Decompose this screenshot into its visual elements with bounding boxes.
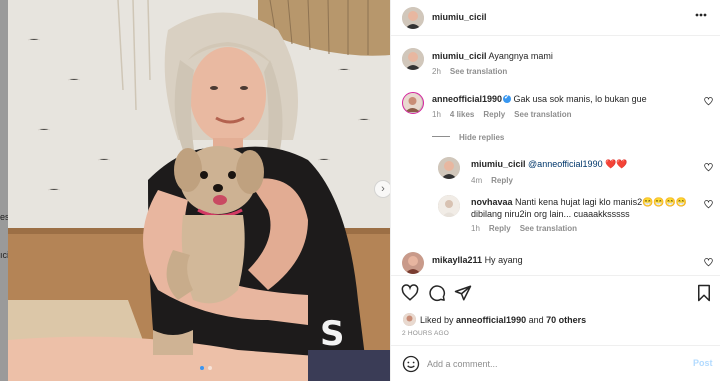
comment-text: Gak usa sok manis, lo bukan gue bbox=[513, 94, 647, 104]
share-icon[interactable] bbox=[454, 284, 472, 302]
comment-likes[interactable]: 4 likes bbox=[450, 110, 474, 119]
carousel-indicator bbox=[200, 366, 212, 370]
emoji-icon[interactable] bbox=[402, 355, 420, 373]
liked-by-and: and bbox=[528, 315, 544, 325]
divider bbox=[391, 275, 720, 276]
comment: mikaylla211 Hy ayang bbox=[432, 255, 692, 265]
add-comment-input[interactable] bbox=[427, 357, 667, 371]
carousel-dot-active bbox=[200, 366, 204, 370]
commenter-avatar[interactable] bbox=[402, 92, 424, 114]
hide-replies-button[interactable]: Hide replies bbox=[432, 133, 504, 142]
reply-age: 4m bbox=[471, 176, 483, 185]
caption-text: Ayangnya mami bbox=[488, 51, 553, 61]
comment: anneofficial1990 Gak usa sok manis, lo b… bbox=[432, 93, 692, 104]
comment-age: 1h bbox=[432, 110, 441, 119]
photo-image: S bbox=[8, 0, 390, 381]
more-options-icon[interactable] bbox=[695, 13, 707, 17]
comment-meta: 1h 4 likes Reply See translation bbox=[432, 110, 581, 119]
reply: novhavaa Nanti kena hujat lagi klo manis… bbox=[471, 196, 691, 220]
reply-age: 1h bbox=[471, 224, 480, 233]
comment-username[interactable]: anneofficial1990 bbox=[432, 94, 502, 104]
liked-by-prefix: Liked by bbox=[420, 315, 454, 325]
post-comment-button[interactable]: Post bbox=[693, 358, 713, 368]
reply-see-translation[interactable]: See translation bbox=[520, 224, 577, 233]
chevron-right-icon: › bbox=[381, 183, 385, 195]
reply-text-line2: dibilang niru2in org lain... cuaaakkssss… bbox=[471, 209, 630, 219]
carousel-next-button[interactable]: › bbox=[374, 180, 390, 198]
comment-reply-button[interactable]: Reply bbox=[483, 110, 505, 119]
reply: miumiu_cicil @anneofficial1990 ❤️❤️ bbox=[471, 159, 691, 170]
reply-meta: 1h Reply See translation bbox=[471, 224, 586, 233]
carousel-dot bbox=[208, 366, 212, 370]
caption-meta: 2h See translation bbox=[432, 67, 516, 76]
post-photo: S › bbox=[8, 0, 390, 381]
caption-age: 2h bbox=[432, 67, 441, 76]
reply-text: @anneofficial1990 ❤️❤️ bbox=[528, 159, 628, 169]
reply-text-line1: Nanti kena hujat lagi klo manis2😁😁😁😁 bbox=[515, 197, 687, 207]
post-timestamp[interactable]: 2 HOURS AGO bbox=[402, 330, 449, 337]
divider-line bbox=[432, 136, 450, 137]
verified-badge-icon bbox=[503, 93, 512, 103]
page-backdrop bbox=[0, 0, 8, 381]
reply-username[interactable]: novhavaa bbox=[471, 197, 513, 207]
heart-icon[interactable] bbox=[704, 200, 713, 209]
heart-icon[interactable] bbox=[704, 97, 713, 106]
reply-meta: 4m Reply bbox=[471, 176, 522, 185]
author-username[interactable]: miumiu_cicil bbox=[432, 12, 487, 22]
commenter-avatar[interactable] bbox=[402, 252, 424, 274]
liked-by-user[interactable]: anneofficial1990 bbox=[456, 315, 526, 325]
liked-by: Liked by anneofficial1990 and 70 others bbox=[420, 315, 586, 325]
hide-replies-label: Hide replies bbox=[459, 133, 505, 142]
post-header: miumiu_cicil bbox=[391, 0, 720, 36]
caption: miumiu_cicil Ayangnya mami bbox=[432, 51, 692, 61]
post-detail-panel: miumiu_cicil miumiu_cicil Ayangnya mami … bbox=[390, 0, 720, 381]
backdrop-fragment: es bbox=[0, 212, 8, 222]
reply-avatar[interactable] bbox=[438, 195, 460, 217]
liked-by-others[interactable]: 70 others bbox=[546, 315, 586, 325]
bookmark-icon[interactable] bbox=[695, 284, 713, 302]
reply-reply-button[interactable]: Reply bbox=[489, 224, 511, 233]
heart-icon[interactable] bbox=[401, 284, 419, 302]
comment-username[interactable]: mikaylla211 bbox=[432, 255, 482, 265]
comment-text: Hy ayang bbox=[484, 255, 523, 265]
heart-icon[interactable] bbox=[704, 258, 713, 267]
reply-username[interactable]: miumiu_cicil bbox=[471, 159, 526, 169]
comment-see-translation[interactable]: See translation bbox=[514, 110, 571, 119]
caption-avatar[interactable] bbox=[402, 48, 424, 70]
backdrop-fragment: ıci bbox=[0, 250, 8, 260]
caption-see-translation[interactable]: See translation bbox=[450, 67, 507, 76]
caption-username[interactable]: miumiu_cicil bbox=[432, 51, 487, 61]
author-avatar[interactable] bbox=[402, 7, 424, 29]
reply-avatar[interactable] bbox=[438, 157, 460, 179]
reply-reply-button[interactable]: Reply bbox=[491, 176, 513, 185]
liked-by-avatar[interactable] bbox=[403, 313, 416, 326]
comment-icon[interactable] bbox=[428, 284, 446, 302]
divider bbox=[391, 345, 720, 346]
heart-icon[interactable] bbox=[704, 163, 713, 172]
svg-text:S: S bbox=[320, 314, 345, 354]
